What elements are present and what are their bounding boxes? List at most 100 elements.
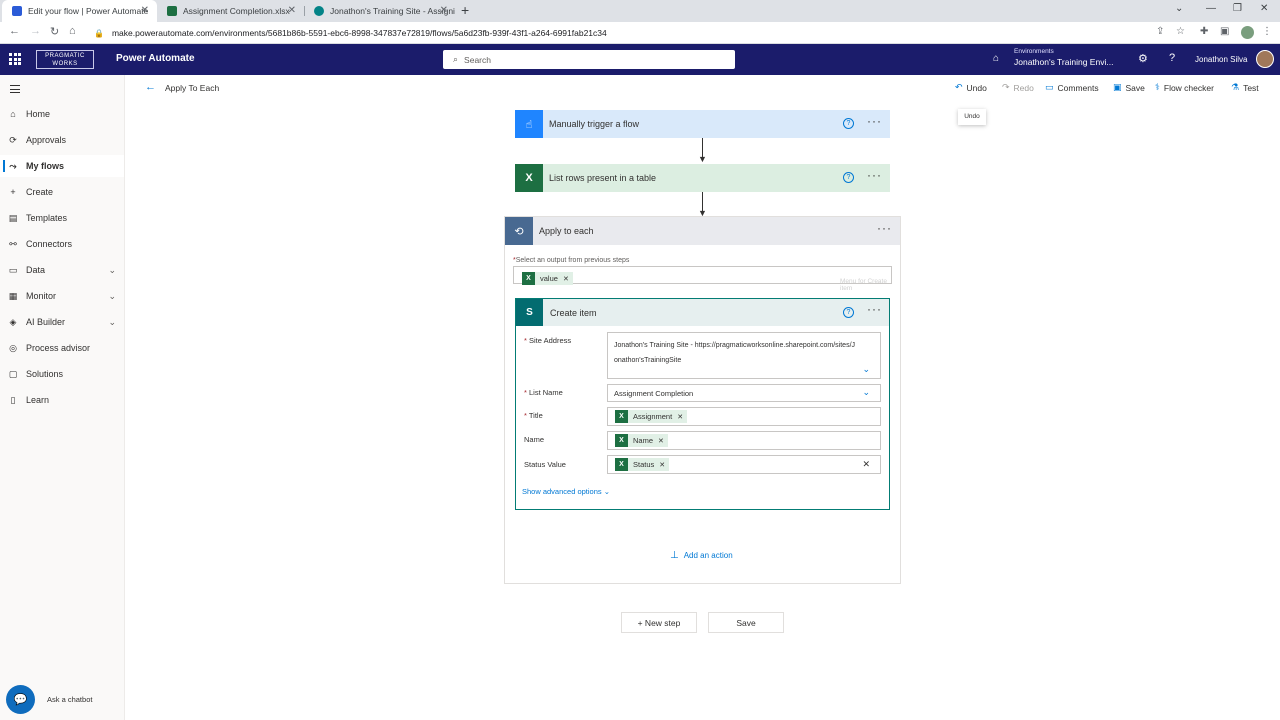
show-advanced-options-link[interactable]: Show advanced options ⌄: [522, 487, 610, 496]
help-icon[interactable]: ?: [1169, 52, 1175, 64]
extensions-icon[interactable]: ✚: [1200, 26, 1208, 37]
new-tab-icon[interactable]: +: [461, 2, 469, 18]
chevron-down-icon[interactable]: ⌄: [108, 291, 116, 302]
sidebar-item-label: Monitor: [26, 291, 57, 301]
share-icon[interactable]: ⇪: [1156, 26, 1164, 37]
browser-tab-training-site[interactable]: Jonathon's Training Site - Assigni ✕: [304, 0, 456, 22]
reload-icon[interactable]: ↻: [50, 25, 59, 38]
save-command-button[interactable]: ▣ Save: [1113, 82, 1145, 93]
sidebar-item-approvals[interactable]: ⟳ Approvals: [0, 129, 124, 151]
dynamic-token[interactable]: X Name ✕: [615, 434, 668, 447]
chevron-down-icon[interactable]: ⌄: [108, 265, 116, 276]
more-options-icon[interactable]: ···: [867, 302, 882, 316]
sidebar-item-home[interactable]: ⌂ Home: [0, 103, 124, 125]
card-title: List rows present in a table: [549, 173, 657, 183]
close-tab-icon[interactable]: ✕: [440, 5, 448, 16]
browser-menu-icon[interactable]: ⋮: [1262, 26, 1272, 37]
list-name-field[interactable]: Assignment Completion ⌄: [607, 384, 881, 402]
back-icon[interactable]: ←: [9, 25, 20, 37]
sidebar-item-label: Create: [26, 187, 54, 197]
comments-button[interactable]: ▭ Comments: [1045, 82, 1099, 93]
user-name[interactable]: Jonathon Silva: [1195, 55, 1247, 64]
url-field[interactable]: 🔒 make.powerautomate.com/environments/56…: [86, 25, 1186, 41]
title-field[interactable]: X Assignment ✕: [607, 407, 881, 426]
trigger-card[interactable]: ☝ Manually trigger a flow ? ···: [515, 110, 890, 138]
redo-button[interactable]: ↷ Redo: [1002, 82, 1034, 93]
flow-checker-button[interactable]: ⚕ Flow checker: [1155, 82, 1214, 93]
name-field[interactable]: X Name ✕: [607, 431, 881, 450]
token-label: value: [540, 274, 558, 283]
help-icon[interactable]: ?: [843, 307, 854, 318]
ghost-tooltip: Menu for Create item: [840, 278, 887, 292]
user-avatar[interactable]: [1256, 50, 1274, 68]
token-label: Status: [633, 460, 655, 469]
sidebar-item-process-advisor[interactable]: ◎ Process advisor: [0, 337, 124, 359]
side-panel-icon[interactable]: ▣: [1220, 26, 1229, 37]
dynamic-token[interactable]: X value ✕: [522, 272, 573, 285]
more-options-icon[interactable]: ···: [877, 221, 892, 235]
sidebar-item-ai-builder[interactable]: ◈ AI Builder ⌄: [0, 311, 124, 333]
dynamic-token[interactable]: X Status ✕: [615, 458, 670, 471]
chevron-down-icon[interactable]: ⌄: [862, 364, 870, 375]
app-launcher-icon[interactable]: [9, 53, 21, 65]
environment-selector[interactable]: Jonathon's Training Envi...: [1014, 57, 1113, 67]
test-button[interactable]: ⚗ Test: [1231, 82, 1259, 93]
dynamic-token[interactable]: X Assignment ✕: [615, 410, 688, 423]
status-value-field[interactable]: X Status ✕ ✕: [607, 455, 881, 474]
more-options-icon[interactable]: ···: [867, 114, 882, 128]
select-output-field[interactable]: X value ✕: [513, 266, 892, 285]
browser-profile-avatar[interactable]: [1241, 26, 1254, 39]
list-rows-card[interactable]: X List rows present in a table ? ···: [515, 164, 890, 192]
remove-token-icon[interactable]: ✕: [563, 275, 569, 283]
chevron-down-icon: ⌄: [603, 487, 611, 496]
create-item-header[interactable]: S Create item ? ···: [516, 299, 889, 326]
clear-field-icon[interactable]: ✕: [862, 459, 870, 470]
new-step-button[interactable]: + New step: [621, 612, 697, 633]
site-address-label: * Site Address: [524, 336, 572, 345]
window-close-icon[interactable]: ✕: [1260, 3, 1268, 14]
search-input[interactable]: ⌕ Search: [443, 50, 735, 69]
sidebar-item-solutions[interactable]: ▢ Solutions: [0, 363, 124, 385]
save-button[interactable]: Save: [708, 612, 784, 633]
bookmark-star-icon[interactable]: ☆: [1176, 26, 1185, 37]
sidebar-item-templates[interactable]: ▤ Templates: [0, 207, 124, 229]
maximize-icon[interactable]: ❐: [1233, 3, 1242, 14]
help-icon[interactable]: ?: [843, 172, 854, 183]
back-arrow-icon[interactable]: ←: [145, 81, 156, 93]
undo-button[interactable]: ↶ Undo: [955, 82, 987, 93]
sidebar-item-monitor[interactable]: ▦ Monitor ⌄: [0, 285, 124, 307]
apply-to-each-header[interactable]: ⟲ Apply to each ···: [505, 217, 900, 245]
close-tab-icon[interactable]: ✕: [288, 5, 296, 16]
sidebar-item-learn[interactable]: ▯ Learn: [0, 389, 124, 411]
remove-token-icon[interactable]: ✕: [659, 461, 665, 469]
chevron-down-icon[interactable]: ⌄: [862, 387, 870, 398]
comments-label: Comments: [1057, 82, 1099, 93]
site-address-field[interactable]: Jonathon's Training Site - https://pragm…: [607, 332, 881, 379]
environment-icon: ⌂: [993, 53, 1000, 64]
home-browser-icon[interactable]: ⌂: [69, 25, 76, 37]
hamburger-menu-icon[interactable]: [10, 85, 20, 96]
chatbot-button[interactable]: 💬: [6, 685, 35, 714]
app-name[interactable]: Power Automate: [116, 53, 195, 64]
minimize-icon[interactable]: —: [1206, 3, 1216, 14]
browser-tab-assignment[interactable]: Assignment Completion.xlsx ✕: [157, 0, 304, 22]
sidebar-item-label: My flows: [26, 161, 65, 171]
arrow-down-icon: ▼: [698, 154, 707, 164]
browser-tab-edit-flow[interactable]: Edit your flow | Power Automate ✕: [2, 0, 157, 22]
forward-icon[interactable]: →: [30, 25, 41, 37]
chevron-down-icon[interactable]: ⌄: [108, 317, 116, 328]
sidebar-item-connectors[interactable]: ⚯ Connectors: [0, 233, 124, 255]
help-icon[interactable]: ?: [843, 118, 854, 129]
settings-gear-icon[interactable]: ⚙: [1138, 52, 1148, 65]
tab-search-icon[interactable]: ⌄: [1175, 3, 1183, 14]
add-action-button[interactable]: ⊥ Add an action: [670, 550, 733, 561]
save-icon: ▣: [1113, 82, 1122, 92]
remove-token-icon[interactable]: ✕: [677, 413, 683, 421]
sidebar-item-create[interactable]: + Create: [0, 181, 124, 203]
remove-token-icon[interactable]: ✕: [658, 437, 664, 445]
connectors-icon: ⚯: [9, 238, 17, 249]
close-tab-icon[interactable]: ✕: [141, 5, 149, 16]
more-options-icon[interactable]: ···: [867, 168, 882, 182]
sidebar-item-data[interactable]: ▭ Data ⌄: [0, 259, 124, 281]
sidebar-item-my-flows[interactable]: ⤳ My flows: [0, 155, 124, 177]
